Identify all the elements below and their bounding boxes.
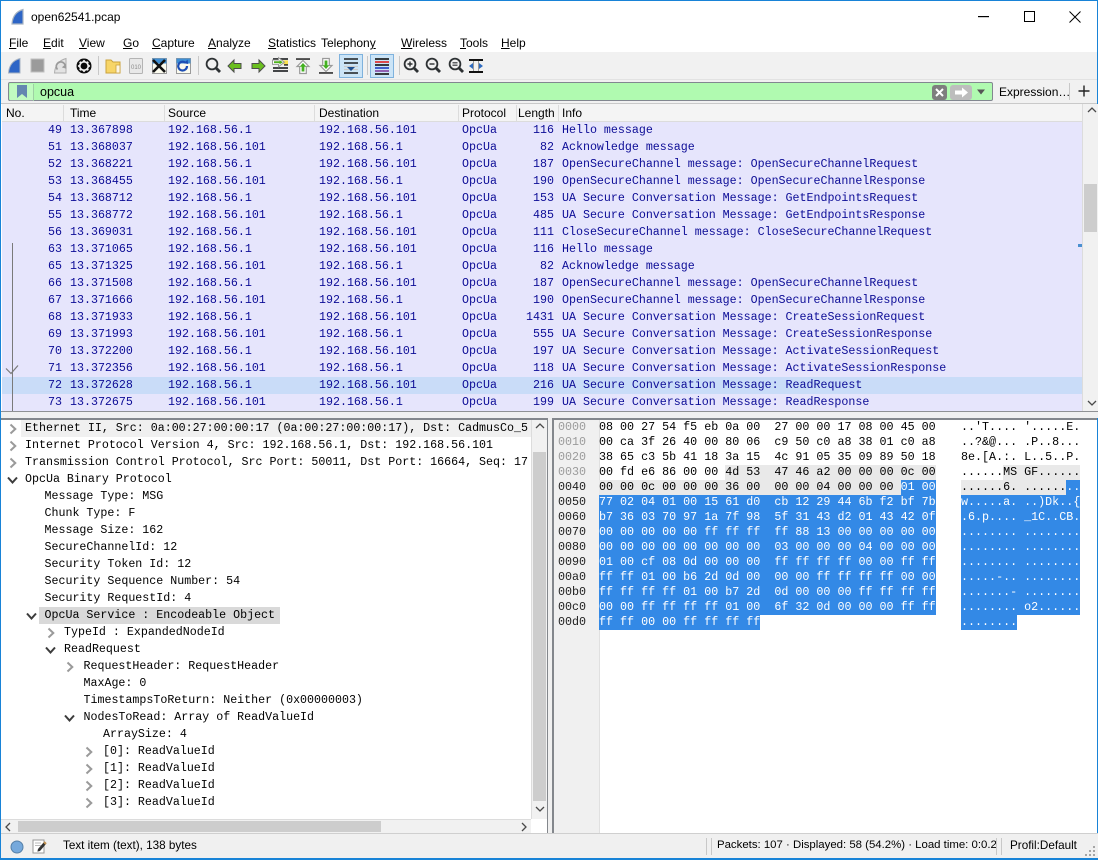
svg-text:010: 010 — [131, 65, 142, 71]
